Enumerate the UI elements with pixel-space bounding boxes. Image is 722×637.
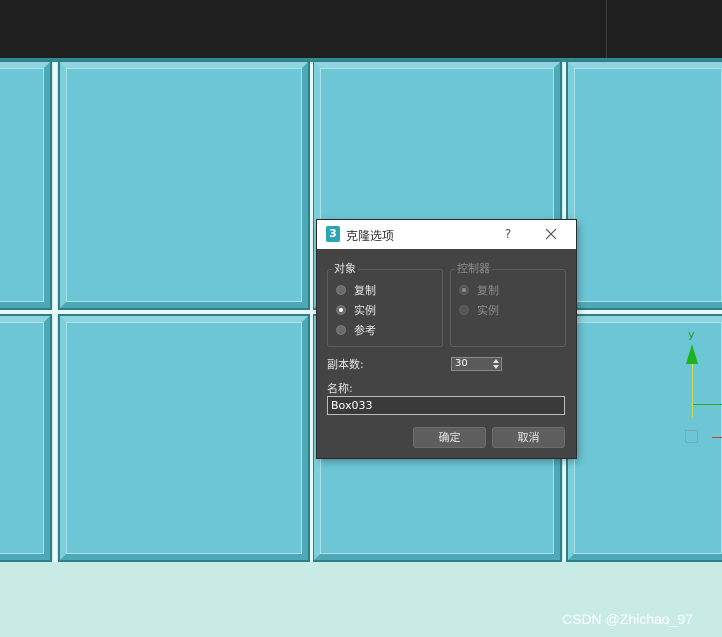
gizmo-y-label: y [688, 328, 695, 341]
cancel-button[interactable]: 取消 [492, 427, 565, 448]
clone-options-dialog: 3 克隆选项 ? 对象 复制 实例 参考 控制器 复制 实例 副本数: 30 名… [317, 220, 576, 458]
tile [0, 62, 50, 308]
object-group-title: 对象 [332, 262, 358, 276]
gizmo-plane-handle[interactable] [685, 430, 698, 443]
dialog-title: 克隆选项 [346, 229, 395, 243]
copies-spinner[interactable]: 30 [451, 357, 502, 371]
radio-label: 复制 [354, 284, 376, 297]
app-3dsmax-icon: 3 [326, 226, 340, 242]
copies-label: 副本数: [327, 358, 364, 371]
help-button[interactable]: ? [500, 226, 516, 242]
radio-label: 实例 [477, 304, 499, 317]
gizmo-z-axis [712, 437, 722, 438]
radio-label: 参考 [354, 324, 376, 337]
tile [568, 316, 722, 560]
tile [0, 316, 50, 560]
object-group: 对象 复制 实例 参考 [327, 262, 443, 347]
watermark: CSDN @Zhichao_97 [562, 611, 693, 627]
dialog-title-bar[interactable]: 3 克隆选项 ? [317, 220, 576, 249]
radio-label: 实例 [354, 304, 376, 317]
radio-button [459, 285, 469, 295]
radio-object-reference[interactable]: 参考 [336, 322, 376, 338]
tile [60, 316, 308, 560]
radio-controller-instance: 实例 [459, 302, 499, 318]
controller-group-title: 控制器 [455, 262, 492, 276]
grout-line [310, 62, 313, 562]
top-bar-divider [606, 0, 607, 58]
name-label: 名称: [327, 382, 353, 395]
radio-controller-copy: 复制 [459, 282, 499, 298]
tile [60, 62, 308, 308]
name-input[interactable] [327, 396, 565, 415]
spinner-arrows-icon[interactable] [493, 359, 499, 369]
tile [568, 62, 722, 308]
radio-object-copy[interactable]: 复制 [336, 282, 376, 298]
radio-button[interactable] [336, 325, 346, 335]
radio-button[interactable] [336, 285, 346, 295]
copies-value[interactable]: 30 [455, 358, 468, 370]
radio-object-instance[interactable]: 实例 [336, 302, 376, 318]
viewport-top-bar [0, 0, 722, 58]
ok-button[interactable]: 确定 [413, 427, 486, 448]
gizmo-x-axis [693, 404, 722, 405]
radio-label: 复制 [477, 284, 499, 297]
close-icon [545, 228, 557, 240]
controller-group: 控制器 复制 实例 [450, 262, 566, 347]
radio-button[interactable] [336, 305, 346, 315]
close-button[interactable] [542, 225, 560, 243]
gizmo-y-axis [692, 360, 693, 418]
radio-button [459, 305, 469, 315]
gizmo-y-arrow-icon[interactable] [686, 344, 698, 364]
grout-line [53, 62, 57, 562]
